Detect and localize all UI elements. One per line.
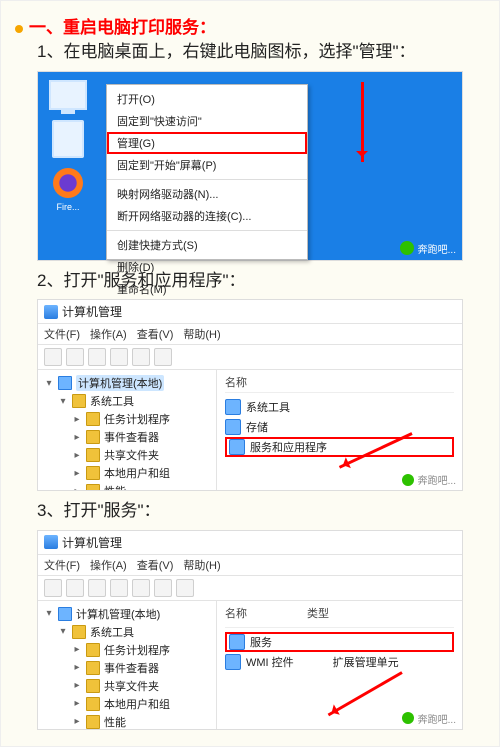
toolbar	[38, 576, 462, 601]
tool-refresh-icon[interactable]	[132, 579, 150, 597]
step-3-text: 3、打开"服务"：	[37, 499, 485, 524]
nav-tree: ▾计算机管理(本地) ▾系统工具 ▸任务计划程序 ▸事件查看器 ▸共享文件夹 ▸…	[38, 601, 217, 729]
tree-root[interactable]: ▾计算机管理(本地)	[44, 605, 214, 623]
content-pane: 名称 系统工具 存储 服务和应用程序 奔跑吧...	[217, 370, 462, 490]
screenshot-1: Fire... 打开(O) 固定到"快速访问" 管理(G) 固定到"开始"屏幕(…	[37, 71, 463, 261]
ctx-delete[interactable]: 删除(D)	[107, 256, 307, 278]
watermark-text: 奔跑吧...	[418, 241, 456, 256]
step-1-text: 1、在电脑桌面上，右键此电脑图标，选择"管理"：	[37, 40, 485, 65]
nav-tree: ▾计算机管理(本地) ▾系统工具 ▸任务计划程序 ▸事件查看器 ▸共享文件夹 ▸…	[38, 370, 217, 490]
mmc-icon	[44, 305, 58, 319]
menu-bar: 文件(F) 操作(A) 查看(V) 帮助(H)	[38, 555, 462, 576]
menu-action[interactable]: 操作(A)	[90, 326, 127, 342]
row-storage[interactable]: 存储	[225, 417, 454, 437]
firefox-icon[interactable]	[53, 168, 83, 198]
menu-bar: 文件(F) 操作(A) 查看(V) 帮助(H)	[38, 324, 462, 345]
menu-file[interactable]: 文件(F)	[44, 326, 80, 342]
menu-file[interactable]: 文件(F)	[44, 557, 80, 573]
row-wmi[interactable]: WMI 控件扩展管理单元	[225, 652, 454, 672]
menu-view[interactable]: 查看(V)	[137, 326, 174, 342]
wechat-icon	[402, 474, 414, 486]
recycle-bin-icon[interactable]	[52, 120, 84, 158]
tree-shared[interactable]: ▸共享文件夹	[72, 446, 214, 464]
ctx-pin-start[interactable]: 固定到"开始"屏幕(P)	[107, 154, 307, 176]
tool-refresh-icon[interactable]	[132, 348, 150, 366]
col-name[interactable]: 名称	[225, 374, 454, 393]
tree-event-viewer[interactable]: ▸事件查看器	[72, 428, 214, 446]
menu-view[interactable]: 查看(V)	[137, 557, 174, 573]
window-title: 计算机管理	[62, 303, 122, 320]
ctx-sep	[107, 230, 307, 231]
ctx-pin-quick[interactable]: 固定到"快速访问"	[107, 110, 307, 132]
tool-up-icon[interactable]	[88, 579, 106, 597]
ctx-map-drive[interactable]: 映射网络驱动器(N)...	[107, 183, 307, 205]
tool-props-icon[interactable]	[110, 579, 128, 597]
col-type[interactable]: 类型	[307, 605, 329, 623]
this-pc-icon[interactable]	[49, 80, 87, 110]
row-services-apps[interactable]: 服务和应用程序	[225, 437, 454, 457]
row-services[interactable]: 服务	[225, 632, 454, 652]
mmc-icon	[44, 535, 58, 549]
firefox-label: Fire...	[56, 202, 79, 212]
content-pane: 名称 类型 服务 WMI 控件扩展管理单元 奔跑吧...	[217, 601, 462, 729]
section-heading: 一、重启电脑打印服务：	[29, 13, 216, 38]
tool-back-icon[interactable]	[44, 579, 62, 597]
menu-action[interactable]: 操作(A)	[90, 557, 127, 573]
ctx-shortcut[interactable]: 创建快捷方式(S)	[107, 234, 307, 256]
ctx-disconnect[interactable]: 断开网络驱动器的连接(C)...	[107, 205, 307, 227]
tree-perf[interactable]: ▸性能	[72, 713, 214, 729]
tool-export-icon[interactable]	[154, 579, 172, 597]
screenshot-2: 计算机管理 文件(F) 操作(A) 查看(V) 帮助(H) ▾计算机管理(本地)…	[37, 299, 463, 491]
tree-shared[interactable]: ▸共享文件夹	[72, 677, 214, 695]
annotation-arrow-icon	[328, 671, 403, 716]
watermark: 奔跑吧...	[402, 711, 456, 726]
screenshot-3: 计算机管理 文件(F) 操作(A) 查看(V) 帮助(H) ▾计算机管理(本地)…	[37, 530, 463, 730]
tree-root[interactable]: ▾计算机管理(本地)	[44, 374, 214, 392]
ctx-sep	[107, 179, 307, 180]
tree-task-sched[interactable]: ▸任务计划程序	[72, 641, 214, 659]
bullet-icon	[15, 25, 23, 33]
ctx-open[interactable]: 打开(O)	[107, 88, 307, 110]
tool-props-icon[interactable]	[110, 348, 128, 366]
col-name[interactable]: 名称	[225, 605, 247, 623]
window-titlebar: 计算机管理	[38, 531, 462, 555]
tool-up-icon[interactable]	[88, 348, 106, 366]
tree-sys-tools[interactable]: ▾系统工具	[58, 392, 214, 410]
ctx-manage[interactable]: 管理(G)	[107, 132, 307, 154]
menu-help[interactable]: 帮助(H)	[183, 326, 220, 342]
tool-help-icon[interactable]	[176, 579, 194, 597]
wechat-icon	[400, 241, 414, 255]
ctx-rename[interactable]: 重命名(M)	[107, 278, 307, 300]
window-title: 计算机管理	[62, 534, 122, 551]
tree-perf[interactable]: ▸性能	[72, 482, 214, 490]
menu-help[interactable]: 帮助(H)	[183, 557, 220, 573]
tool-help-icon[interactable]	[154, 348, 172, 366]
tool-fwd-icon[interactable]	[66, 579, 84, 597]
window-titlebar: 计算机管理	[38, 300, 462, 324]
annotation-arrow-icon	[361, 82, 364, 162]
toolbar	[38, 345, 462, 370]
tree-event-viewer[interactable]: ▸事件查看器	[72, 659, 214, 677]
watermark: 奔跑吧...	[400, 241, 456, 256]
tree-task-sched[interactable]: ▸任务计划程序	[72, 410, 214, 428]
watermark: 奔跑吧...	[402, 472, 456, 487]
tree-users[interactable]: ▸本地用户和组	[72, 695, 214, 713]
tool-fwd-icon[interactable]	[66, 348, 84, 366]
context-menu: 打开(O) 固定到"快速访问" 管理(G) 固定到"开始"屏幕(P) 映射网络驱…	[106, 84, 308, 260]
tree-users[interactable]: ▸本地用户和组	[72, 464, 214, 482]
row-sys-tools[interactable]: 系统工具	[225, 397, 454, 417]
wechat-icon	[402, 712, 414, 724]
tool-back-icon[interactable]	[44, 348, 62, 366]
tree-sys-tools[interactable]: ▾系统工具	[58, 623, 214, 641]
